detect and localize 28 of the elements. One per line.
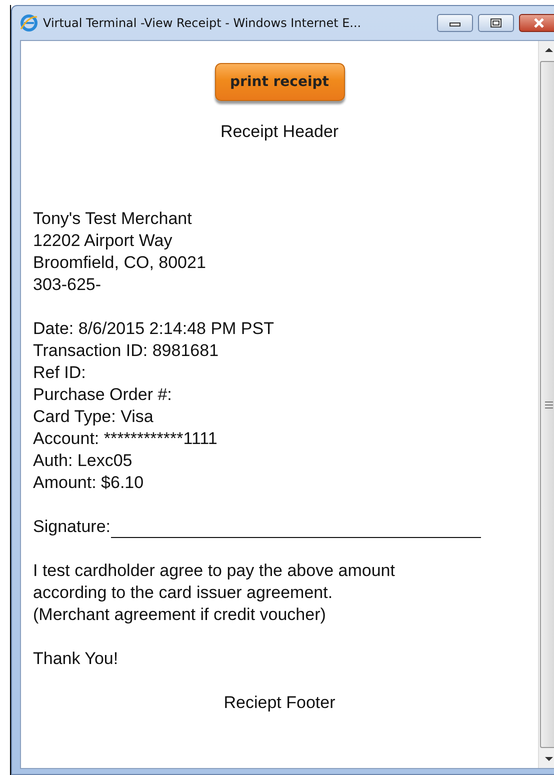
receipt-line: Ref ID: [33, 363, 86, 382]
receipt-line: Transaction ID: 8981681 [33, 341, 219, 360]
receipt-line: Auth: Lexc05 [33, 451, 132, 470]
receipt-footer: Reciept Footer [224, 693, 336, 712]
receipt-line: Thank You! [33, 649, 118, 668]
receipt-line: I test cardholder agree to pay the above amount [33, 561, 395, 580]
receipt-line: 12202 Airport Way [33, 231, 172, 250]
close-icon [533, 18, 545, 28]
signature-label: Signature: [33, 516, 110, 538]
receipt-line: Broomfield, CO, 80021 [33, 253, 206, 272]
grip-icon [544, 400, 552, 408]
browser-logo-icon [20, 14, 38, 32]
receipt-line: 303-625- [33, 275, 102, 294]
window-title: Virtual Terminal -View Receipt - Windows Internet E... [43, 16, 362, 30]
receipt-line: Tony's Test Merchant [33, 209, 192, 228]
receipt-line: Date: 8/6/2015 2:14:48 PM PST [33, 319, 274, 338]
minimize-button[interactable] [437, 14, 473, 32]
maximize-icon [490, 18, 502, 28]
receipt-line: according to the card issuer agreement. [33, 583, 333, 602]
receipt-line: Card Type: Visa [33, 407, 154, 426]
receipt-header: Receipt Header [220, 122, 339, 141]
close-button[interactable] [519, 14, 554, 32]
receipt-line: Account: ************1111 [33, 429, 218, 448]
receipt-line: (Merchant agreement if credit voucher) [33, 605, 326, 624]
receipt-line: Amount: $6.10 [33, 473, 144, 492]
receipt-line: Purchase Order #: [33, 385, 172, 404]
maximize-button[interactable] [478, 14, 514, 32]
print-receipt-button[interactable]: print receipt [214, 63, 344, 101]
